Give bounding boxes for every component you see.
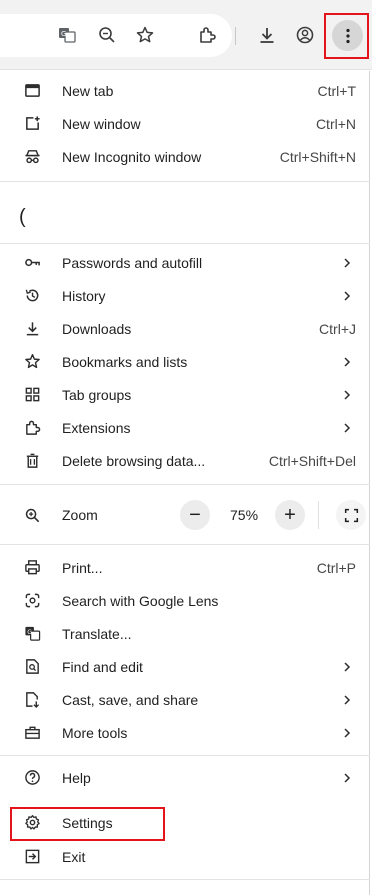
new-window-icon — [22, 114, 42, 134]
bookmark-star-icon[interactable] — [130, 20, 160, 50]
google-lens-icon — [22, 591, 42, 611]
profile-row[interactable]: ( — [10, 201, 32, 233]
new-incognito-label: New Incognito window — [62, 148, 202, 165]
incognito-icon — [22, 147, 42, 167]
history-label: History — [62, 287, 106, 304]
downloads-shortcut: Ctrl+J — [319, 320, 356, 337]
menu-item-extensions[interactable]: Extensions — [0, 411, 370, 444]
passwords-label: Passwords and autofill — [62, 254, 203, 271]
chevron-right-icon — [344, 389, 351, 400]
menu-item-translate[interactable]: G Translate... — [0, 617, 370, 650]
menu-item-exit[interactable]: Exit — [0, 840, 370, 873]
download-icon — [22, 319, 42, 339]
menu-divider — [0, 755, 370, 756]
menu-item-tab-groups[interactable]: Tab groups — [0, 378, 370, 411]
menu-item-new-window[interactable]: New window Ctrl+N — [0, 107, 370, 140]
trash-icon — [22, 451, 42, 471]
help-label: Help — [62, 769, 91, 786]
menu-item-find-edit[interactable]: Find and edit — [0, 650, 370, 683]
extensions-icon[interactable] — [192, 20, 222, 50]
delete-data-label: Delete browsing data... — [62, 452, 206, 469]
zoom-out-button[interactable]: − — [180, 500, 210, 530]
chevron-right-icon — [344, 290, 351, 301]
svg-text:G: G — [61, 30, 66, 38]
menu-item-google-lens[interactable]: Search with Google Lens — [0, 584, 370, 617]
menu-item-more-tools[interactable]: More tools — [0, 716, 370, 749]
find-edit-label: Find and edit — [62, 658, 143, 675]
new-window-label: New window — [62, 115, 141, 132]
menu-divider — [0, 544, 370, 545]
menu-divider — [0, 243, 370, 244]
chrome-main-menu: New tab Ctrl+T New window Ctrl+N New Inc… — [0, 71, 370, 895]
profile-avatar-icon: ( — [19, 206, 26, 228]
exit-icon — [22, 847, 42, 867]
key-icon — [22, 253, 42, 273]
puzzle-icon — [22, 418, 42, 438]
browser-toolbar: G — [0, 0, 372, 70]
menu-button-highlight — [324, 13, 369, 59]
save-page-icon — [22, 690, 42, 710]
cast-save-share-label: Cast, save, and share — [62, 691, 199, 708]
menu-item-delete-browsing-data[interactable]: Delete browsing data... Ctrl+Shift+Del — [0, 444, 370, 477]
exit-label: Exit — [62, 848, 86, 865]
menu-item-new-tab[interactable]: New tab Ctrl+T — [0, 74, 370, 107]
menu-divider — [0, 879, 370, 880]
menu-item-cast-save-share[interactable]: Cast, save, and share — [0, 683, 370, 716]
print-shortcut: Ctrl+P — [316, 559, 356, 576]
download-icon[interactable] — [252, 20, 282, 50]
fullscreen-icon[interactable] — [336, 500, 366, 530]
new-incognito-shortcut: Ctrl+Shift+N — [279, 148, 356, 165]
menu-divider — [0, 484, 370, 485]
zoom-icon — [22, 505, 42, 525]
chevron-right-icon — [344, 661, 351, 672]
zoom-in-button[interactable]: + — [275, 500, 305, 530]
chevron-right-icon — [344, 356, 351, 367]
printer-icon — [22, 558, 42, 578]
kebab-menu-icon[interactable] — [332, 20, 363, 51]
chevron-right-icon — [344, 772, 351, 783]
chevron-right-icon — [344, 422, 351, 433]
menu-item-passwords[interactable]: Passwords and autofill — [0, 246, 370, 279]
zoom-separator — [318, 501, 319, 529]
tab-groups-label: Tab groups — [62, 386, 132, 403]
history-icon — [22, 286, 42, 306]
toolbar-separator — [235, 27, 236, 45]
translate-icon: G — [22, 624, 42, 644]
google-lens-label: Search with Google Lens — [62, 592, 219, 609]
menu-item-print[interactable]: Print... Ctrl+P — [0, 551, 370, 584]
star-icon — [22, 352, 42, 372]
toolbox-icon — [22, 723, 42, 743]
find-page-icon — [22, 657, 42, 677]
menu-item-zoom: Zoom − 75% + — [0, 500, 370, 530]
tab-groups-icon — [22, 385, 42, 405]
translate-icon[interactable]: G — [52, 20, 82, 50]
chevron-right-icon — [344, 727, 351, 738]
translate-label: Translate... — [62, 625, 132, 642]
zoom-level: 75% — [230, 507, 259, 523]
help-icon — [22, 768, 42, 788]
menu-item-new-incognito[interactable]: New Incognito window Ctrl+Shift+N — [0, 140, 370, 173]
chevron-right-icon — [344, 257, 351, 268]
bookmarks-label: Bookmarks and lists — [62, 353, 188, 370]
zoom-icon[interactable] — [92, 20, 122, 50]
menu-divider — [0, 181, 370, 182]
menu-item-history[interactable]: History — [0, 279, 370, 312]
new-tab-icon — [22, 81, 42, 101]
new-tab-shortcut: Ctrl+T — [317, 82, 357, 99]
menu-item-help[interactable]: Help — [0, 761, 370, 794]
delete-data-shortcut: Ctrl+Shift+Del — [268, 452, 356, 469]
menu-item-downloads[interactable]: Downloads Ctrl+J — [0, 312, 370, 345]
extensions-label: Extensions — [62, 419, 131, 436]
chevron-right-icon — [344, 694, 351, 705]
new-tab-label: New tab — [62, 82, 114, 99]
svg-text:G: G — [27, 629, 32, 636]
settings-highlight — [10, 807, 165, 841]
menu-item-bookmarks[interactable]: Bookmarks and lists — [0, 345, 370, 378]
print-label: Print... — [62, 559, 103, 576]
new-window-shortcut: Ctrl+N — [315, 115, 356, 132]
profile-icon[interactable] — [290, 20, 320, 50]
zoom-label: Zoom — [62, 507, 98, 523]
more-tools-label: More tools — [62, 724, 128, 741]
downloads-label: Downloads — [62, 320, 132, 337]
